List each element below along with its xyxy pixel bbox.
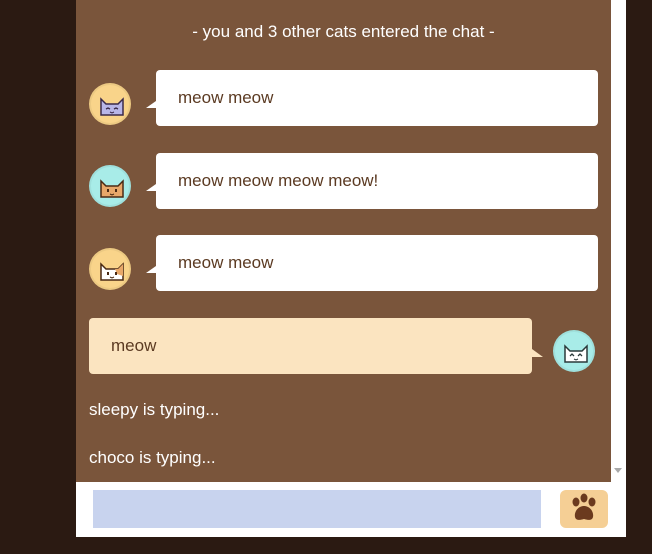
send-button[interactable] xyxy=(560,490,608,528)
message-input[interactable] xyxy=(93,490,541,528)
calico-cat-avatar xyxy=(89,248,131,290)
message-bubble: meow meow xyxy=(156,235,598,291)
bubble-tail xyxy=(146,266,156,273)
purple-cat-avatar xyxy=(89,83,131,125)
message-bubble: meow meow xyxy=(156,70,598,126)
calico-cat-icon xyxy=(100,262,124,281)
message-input-row xyxy=(76,482,626,537)
own-message-bubble: meow xyxy=(89,318,532,374)
chat-window: - you and 3 other cats entered the chat … xyxy=(76,0,626,537)
bubble-tail xyxy=(532,349,543,357)
typing-indicator: sleepy is typing... xyxy=(89,400,220,419)
white-cat-icon xyxy=(564,344,588,363)
chat-messages-area: - you and 3 other cats entered the chat … xyxy=(76,0,611,482)
bubble-tail xyxy=(146,184,156,191)
message-text: meow meow xyxy=(178,253,274,272)
purple-cat-icon xyxy=(100,97,124,116)
orange-cat-avatar xyxy=(89,165,131,207)
message-bubble: meow meow meow meow! xyxy=(156,153,598,209)
scrollbar-thumb[interactable] xyxy=(614,0,623,455)
typing-indicator: choco is typing... xyxy=(89,448,216,467)
scroll-down-arrow-icon[interactable] xyxy=(614,468,622,473)
orange-cat-icon xyxy=(100,179,124,198)
message-text: meow meow xyxy=(178,88,274,107)
message-text: meow meow meow meow! xyxy=(178,171,379,190)
paw-icon xyxy=(572,493,596,520)
system-message: - you and 3 other cats entered the chat … xyxy=(192,22,495,41)
scrollbar[interactable] xyxy=(611,0,626,482)
bubble-tail xyxy=(146,101,156,108)
message-text: meow xyxy=(111,336,157,355)
white-cat-avatar xyxy=(553,330,595,372)
